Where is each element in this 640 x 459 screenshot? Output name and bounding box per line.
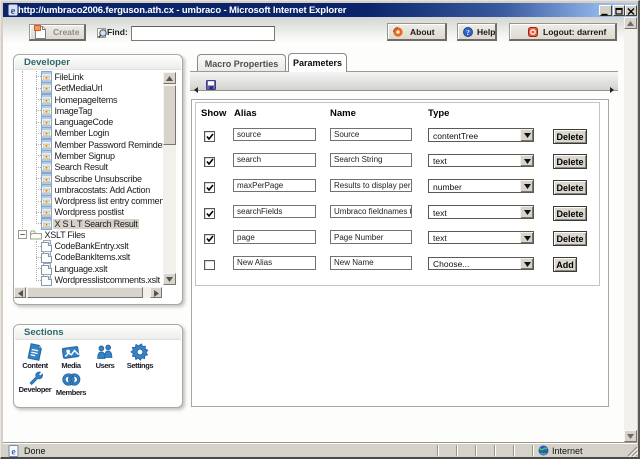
svg-text:e: e bbox=[11, 448, 15, 458]
svg-text:?: ? bbox=[466, 27, 470, 36]
svg-text:e: e bbox=[11, 5, 16, 16]
